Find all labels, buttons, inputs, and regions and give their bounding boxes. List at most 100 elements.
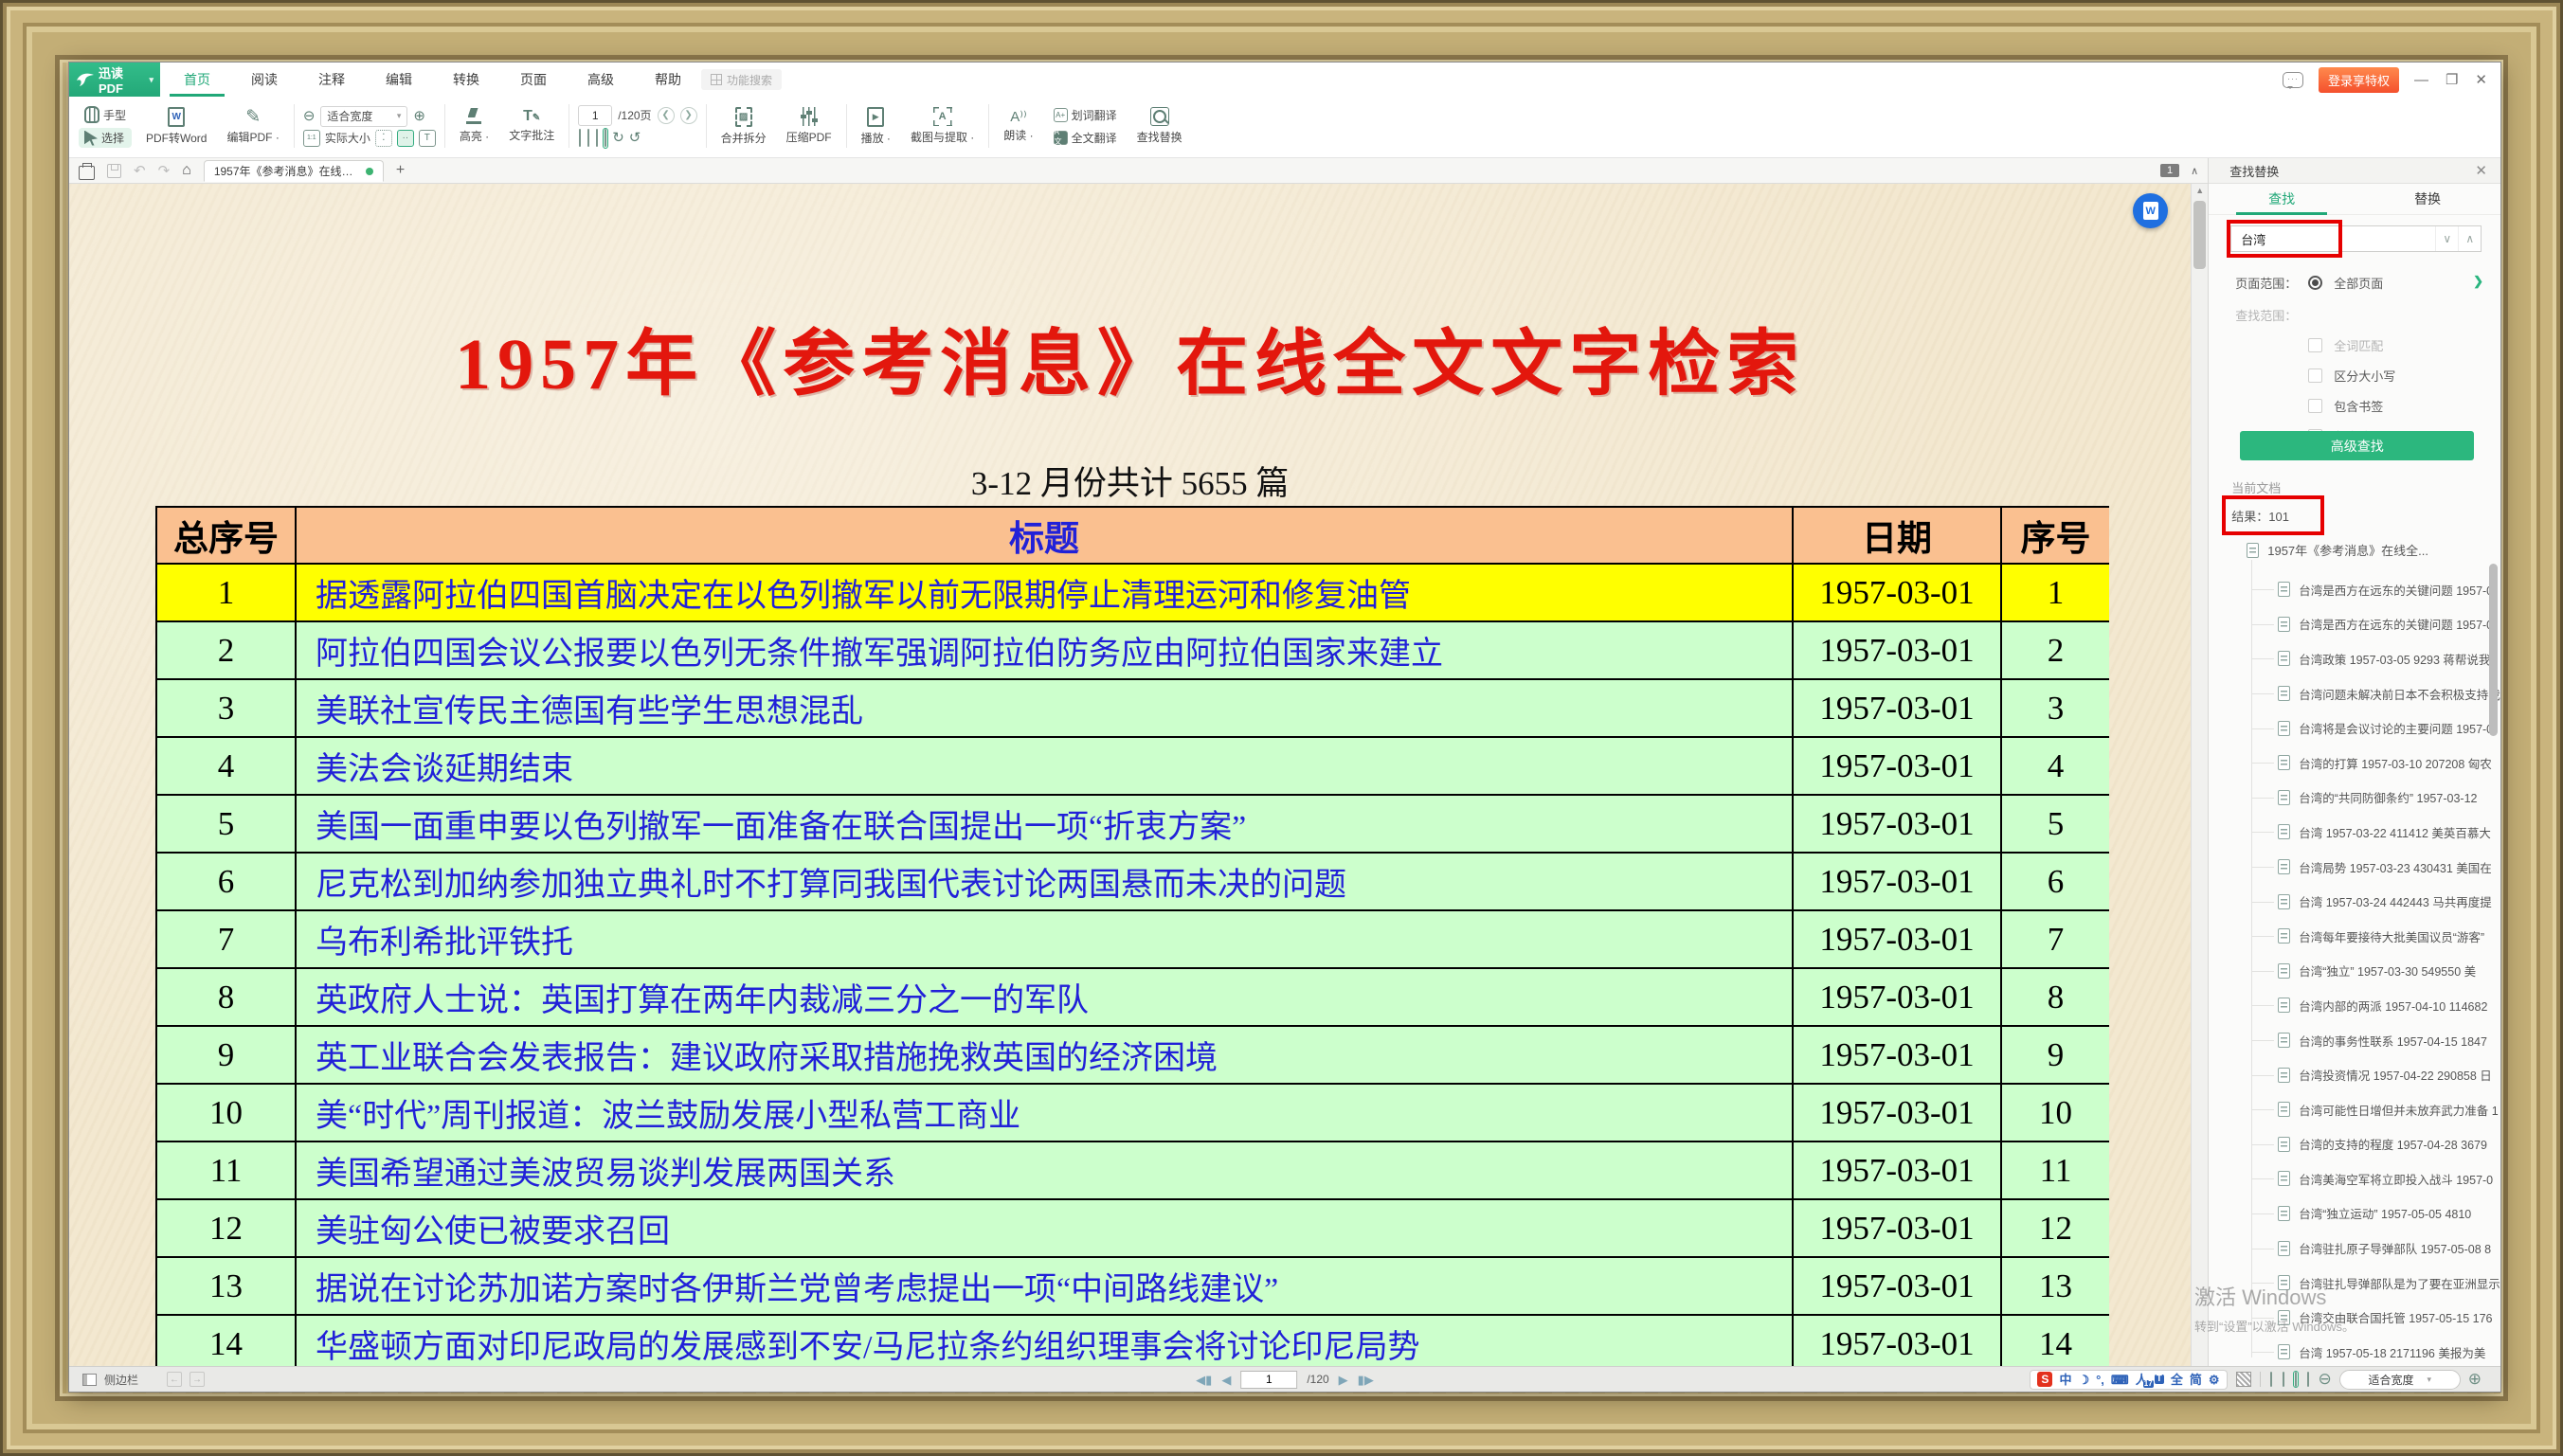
checkbox-icon[interactable] <box>2308 368 2322 383</box>
highlight-button[interactable]: 高亮 · <box>454 106 495 146</box>
find-next-icon[interactable]: ∨ <box>2435 226 2458 251</box>
login-button[interactable]: 登录享特权 <box>2319 67 2399 93</box>
search-result-item[interactable]: 台湾交由联合国托管 1957-05-15 176 <box>2209 1300 2500 1335</box>
select-tool-button[interactable]: 选择 <box>79 128 132 148</box>
search-result-item[interactable]: 台湾驻扎原子导弹部队 1957-05-08 8 <box>2209 1231 2500 1266</box>
continuous-two-page-icon[interactable] <box>2306 1372 2310 1387</box>
next-page-icon[interactable]: ❯ <box>680 107 697 124</box>
search-result-item[interactable]: 台湾投资情况 1957-04-22 290858 日 <box>2209 1057 2500 1092</box>
play-button[interactable]: ▶ 播放 · <box>856 105 896 148</box>
search-result-item[interactable]: 台湾的事务性联系 1957-04-15 1847 <box>2209 1023 2500 1058</box>
search-result-item[interactable]: 台湾驻扎导弹部队是为了要在亚洲显示 <box>2209 1266 2500 1301</box>
capture-extract-button[interactable]: A 截图与提取 · <box>905 105 980 147</box>
moon-icon[interactable]: ☽ <box>2078 1374 2089 1386</box>
history-forward-icon[interactable]: → <box>190 1372 205 1387</box>
edit-pdf-button[interactable]: ✎ 编辑PDF · <box>221 106 284 147</box>
document-tab[interactable]: 1957年《参考消息》在线全文... <box>204 160 384 182</box>
search-result-item[interactable]: 台湾的“共同防御条约” 1957-03-12 <box>2209 781 2500 816</box>
rotate-cw-icon[interactable]: ↻ <box>612 131 624 145</box>
all-pages-radio[interactable] <box>2308 276 2322 290</box>
menu-tab[interactable]: 转换 <box>450 63 482 97</box>
search-result-item[interactable]: 台湾是西方在远东的关键问题 1957-0 <box>2209 572 2500 607</box>
search-result-item[interactable]: 台湾政策 1957-03-05 9293 蒋帮说我 <box>2209 641 2500 676</box>
new-tab-button[interactable]: + <box>396 162 405 179</box>
read-aloud-button[interactable]: A⁾⁾ 朗读 · <box>998 108 1038 145</box>
result-tree-root[interactable]: 1957年《参考消息》在线全... <box>2247 541 2487 559</box>
person-icon[interactable]: 人17 <box>2136 1374 2148 1386</box>
two-page-layout-icon[interactable] <box>2282 1372 2285 1387</box>
search-result-item[interactable]: 台湾内部的两派 1957-04-10 114682 <box>2209 988 2500 1023</box>
zoom-out-icon[interactable]: ⊖ <box>303 109 316 123</box>
actual-size-icon[interactable]: 1:1 <box>303 130 320 147</box>
ime-lang-icon[interactable]: 中 <box>2059 1374 2071 1386</box>
home-icon[interactable]: ⌂ <box>182 162 191 179</box>
find-option[interactable]: 全词匹配 <box>2308 336 2383 354</box>
zoom-in-icon[interactable]: ⊕ <box>413 109 425 123</box>
menu-tab[interactable]: 注释 <box>316 63 348 97</box>
find-prev-icon[interactable]: ∧ <box>2458 226 2481 251</box>
search-result-item[interactable]: 台湾 1957-05-18 2171196 美报为美 <box>2209 1335 2500 1370</box>
continuous-layout-icon[interactable] <box>2294 1372 2298 1387</box>
tab-find[interactable]: 查找 <box>2209 184 2355 214</box>
tab-replace[interactable]: 替换 <box>2355 184 2500 214</box>
menu-tab[interactable]: 阅读 <box>248 63 280 97</box>
find-replace-button[interactable]: 查找替换 <box>1131 105 1188 147</box>
search-result-item[interactable]: 台湾 1957-03-22 411412 美英百慕大 <box>2209 815 2500 850</box>
search-result-item[interactable]: 台湾的打算 1957-03-10 207208 匈农 <box>2209 746 2500 781</box>
prev-page-icon[interactable]: ❮ <box>658 107 675 124</box>
find-option[interactable]: 区分大小写 <box>2308 367 2395 385</box>
close-button[interactable]: ✕ <box>2475 71 2487 88</box>
menu-tab[interactable]: 首页 <box>181 63 213 97</box>
feedback-bubble-icon[interactable]: ··· <box>2283 72 2303 88</box>
minimize-button[interactable]: — <box>2414 72 2428 88</box>
single-page-layout-icon[interactable] <box>578 129 582 148</box>
search-result-item[interactable]: 台湾每年要接待大批美国议员“游客” <box>2209 919 2500 954</box>
search-result-item[interactable]: 台湾局势 1957-03-23 430431 美国在 <box>2209 850 2500 885</box>
pdf-to-word-floating-button[interactable]: W <box>2133 193 2168 228</box>
status-page-input[interactable] <box>1240 1371 1297 1389</box>
zoom-in-icon[interactable]: ⊕ <box>2468 1370 2482 1389</box>
search-result-item[interactable]: 台湾美海空军将立即投入战斗 1957-0 <box>2209 1161 2500 1196</box>
word-translate-button[interactable]: A+划词翻译 <box>1048 105 1123 125</box>
rotate-ccw-icon[interactable]: ↺ <box>629 131 641 145</box>
fit-text-icon[interactable]: T <box>419 130 436 147</box>
expand-chevron-icon[interactable]: ❯ <box>2473 274 2483 289</box>
collapse-toolbar-icon[interactable]: ∧ <box>2191 165 2198 177</box>
background-pattern-icon[interactable] <box>2236 1372 2251 1387</box>
app-logo-button[interactable]: 迅读PDF ▾ <box>69 63 160 97</box>
fit-page-icon[interactable]: ⁚ <box>375 130 392 147</box>
last-page-icon[interactable]: ▮▶ <box>1358 1374 1374 1386</box>
menu-tab[interactable]: 页面 <box>517 63 550 97</box>
wrench-icon[interactable]: ⚙ <box>2209 1374 2220 1386</box>
continuous-layout-icon[interactable] <box>604 129 607 148</box>
hand-tool-button[interactable]: 手型 <box>79 104 132 125</box>
search-result-item[interactable]: 台湾“独立运动” 1957-05-05 4810 <box>2209 1196 2500 1231</box>
sidebar-toggle-icon[interactable] <box>82 1374 97 1386</box>
results-scrollbar-thumb[interactable] <box>2489 564 2498 736</box>
two-page-layout-icon[interactable] <box>587 129 590 148</box>
keyboard-icon[interactable]: ⌨ <box>2111 1374 2129 1386</box>
scrollbar-thumb[interactable] <box>2193 201 2206 269</box>
menu-tab[interactable]: 帮助 <box>652 63 684 97</box>
history-back-icon[interactable]: ← <box>167 1372 182 1387</box>
checkbox-icon[interactable] <box>2308 338 2322 352</box>
fit-width-icon[interactable]: ·· <box>397 130 414 147</box>
fit-width-dropdown[interactable]: 适合宽度▾ <box>320 106 407 127</box>
simplified-icon[interactable]: 简 <box>2190 1374 2202 1386</box>
search-result-item[interactable]: 台湾 1957-03-24 442443 马共再度提 <box>2209 884 2500 919</box>
search-result-item[interactable]: 台湾可能性日增但并未放弃武力准备 1 <box>2209 1092 2500 1127</box>
toolbar-page-input[interactable] <box>578 105 612 126</box>
panel-close-icon[interactable]: ✕ <box>2475 162 2487 179</box>
checkbox-icon[interactable] <box>2308 399 2322 413</box>
function-search[interactable]: 功能搜索 <box>701 69 782 90</box>
merge-split-button[interactable]: ▨ 合并拆分 <box>715 105 772 148</box>
fullwidth-icon[interactable]: 全 <box>2171 1374 2183 1386</box>
search-result-item[interactable]: 台湾将是会议讨论的主要问题 1957-0 <box>2209 710 2500 746</box>
first-page-icon[interactable]: ◀▮ <box>1196 1374 1212 1386</box>
save-icon[interactable] <box>107 164 121 178</box>
single-page-layout-icon[interactable] <box>2269 1372 2273 1387</box>
advanced-find-button[interactable]: 高级查找 <box>2240 431 2474 460</box>
text-annotation-button[interactable]: T✎ 文字批注 <box>503 107 560 145</box>
next-page-icon[interactable]: ▶ <box>1339 1374 1348 1386</box>
compress-pdf-button[interactable]: 压缩PDF <box>781 105 838 147</box>
